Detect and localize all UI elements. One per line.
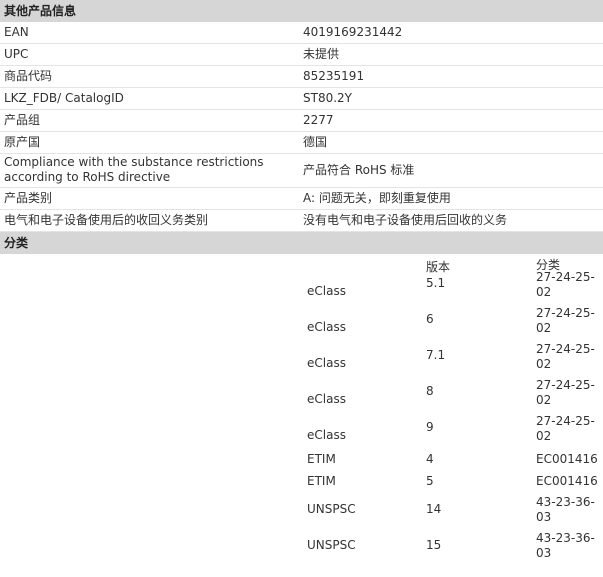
info-row-product-category: 产品类别 A: 问题无关，即刻重复使用 — [0, 188, 603, 210]
classification-system: UNSPSC — [307, 538, 356, 552]
info-row-product-group: 产品组 2277 — [0, 110, 603, 132]
classification-system: ETIM — [307, 452, 336, 466]
classification-version: 6 — [426, 312, 434, 326]
classification-category: 27-24-25-02 — [536, 270, 595, 299]
classification-category: EC001416 — [536, 452, 598, 466]
info-row-ean: EAN 4019169231442 — [0, 22, 603, 44]
info-row-origin-country: 原产国 德国 — [0, 132, 603, 154]
classification-version: 4 — [426, 452, 434, 466]
info-label: 商品代码 — [4, 69, 53, 83]
info-row-product-code: 商品代码 85235191 — [0, 66, 603, 88]
classification-system: ETIM — [307, 474, 336, 488]
other-product-info-section: 其他产品信息 EAN 4019169231442 UPC 未提供 商品代码 85… — [0, 0, 603, 232]
classification-system: eClass — [307, 320, 346, 334]
info-label: 电气和电子设备使用后的收回义务类别 — [4, 213, 209, 227]
info-value: ST80.2Y — [303, 91, 352, 105]
info-label: LKZ_FDB/ CatalogID — [4, 91, 124, 105]
column-header-version: 版本 — [426, 260, 451, 274]
classification-version: 15 — [426, 538, 442, 552]
classification-category: 27-24-25-02 — [536, 342, 595, 371]
classification-category: 43-23-36-03 — [536, 495, 595, 524]
info-row-catalog-id: LKZ_FDB/ CatalogID ST80.2Y — [0, 88, 603, 110]
classification-system: eClass — [307, 356, 346, 370]
classification-category: EC001416 — [536, 474, 598, 488]
info-label: 产品类别 — [4, 191, 53, 205]
classification-table: 版本 分类 eClass 5.1 27-24-25-02 eClass 6 27… — [0, 254, 603, 574]
info-value: 4019169231442 — [303, 25, 403, 39]
info-label: EAN — [4, 25, 29, 39]
classification-system: UNSPSC — [307, 502, 356, 516]
classification-category: 27-24-25-02 — [536, 414, 595, 443]
section-header-other-info: 其他产品信息 — [0, 0, 603, 22]
classification-version: 14 — [426, 502, 442, 516]
info-value: 德国 — [303, 135, 328, 149]
classification-table-header: 版本 分类 — [0, 258, 603, 274]
info-value: 85235191 — [303, 69, 365, 83]
classification-version: 5 — [426, 474, 434, 488]
classification-version: 5.1 — [426, 276, 446, 290]
classification-version: 9 — [426, 420, 434, 434]
classification-category: 27-24-25-02 — [536, 306, 595, 335]
info-row-rohs-compliance: Compliance with the substance restrictio… — [0, 154, 603, 188]
info-row-weee-category: 电气和电子设备使用后的收回义务类别 没有电气和电子设备使用后回收的义务 — [0, 210, 603, 232]
info-row-upc: UPC 未提供 — [0, 44, 603, 66]
classification-system: eClass — [307, 284, 346, 298]
info-label: UPC — [4, 47, 29, 61]
info-label: 产品组 — [4, 113, 41, 127]
classification-category: 27-24-25-02 — [536, 378, 595, 407]
classification-system: eClass — [307, 392, 346, 406]
info-value: 2277 — [303, 113, 334, 127]
classification-section: 分类 版本 分类 eClass 5.1 27-24-25-02 eClass 6… — [0, 232, 603, 574]
classification-version: 7.1 — [426, 348, 446, 362]
info-value: 未提供 — [303, 47, 340, 61]
classification-category: 43-23-36-03 — [536, 531, 595, 560]
info-value: 产品符合 RoHS 标准 — [303, 162, 415, 177]
classification-version: 8 — [426, 384, 434, 398]
info-value: 没有电气和电子设备使用后回收的义务 — [303, 213, 508, 227]
section-header-classification: 分类 — [0, 232, 603, 254]
info-value: A: 问题无关，即刻重复使用 — [303, 191, 451, 205]
classification-system: eClass — [307, 428, 346, 442]
info-label: Compliance with the substance restrictio… — [4, 155, 264, 184]
info-label: 原产国 — [4, 135, 41, 149]
